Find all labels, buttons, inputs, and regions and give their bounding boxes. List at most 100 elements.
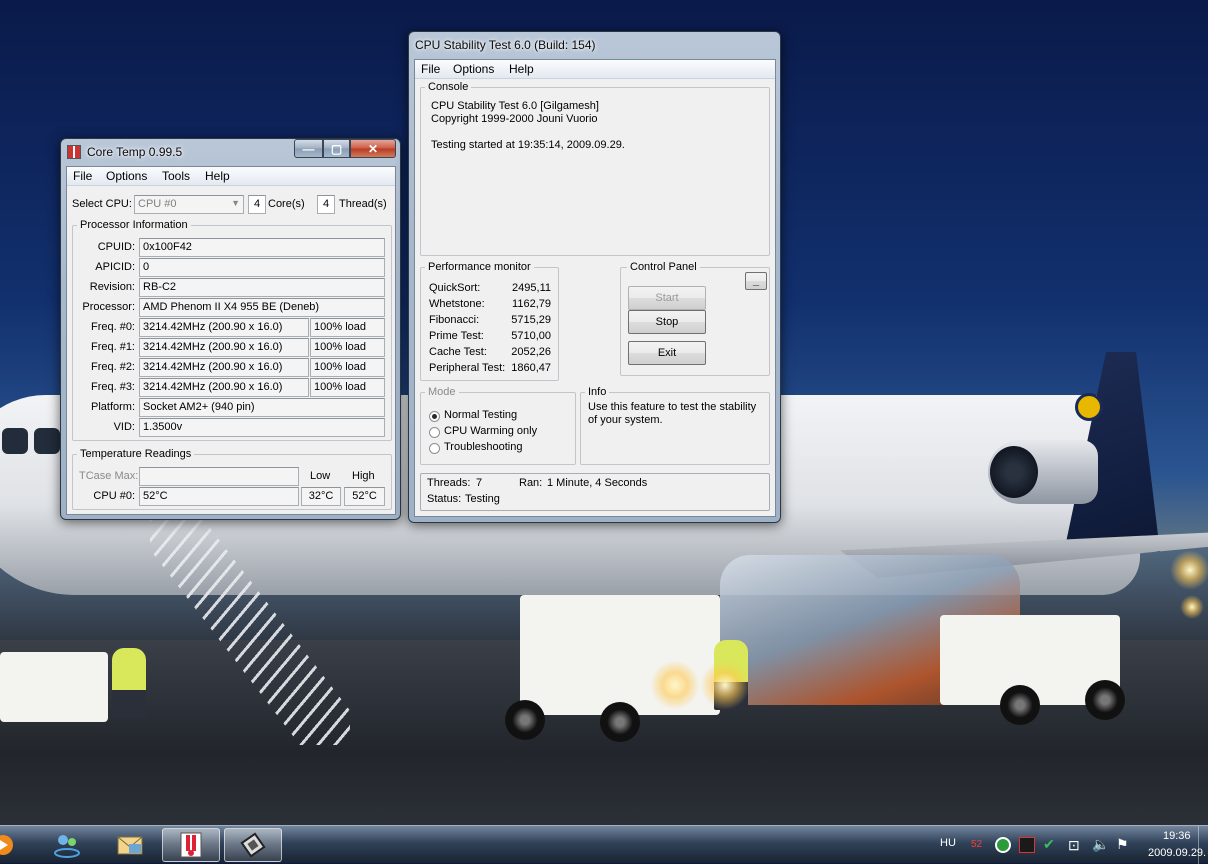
freq0-value: 3214.42MHz (200.90 x 16.0) xyxy=(139,318,309,337)
status-value: Testing xyxy=(465,493,500,505)
troubleshooting-radio[interactable] xyxy=(429,443,440,454)
cpuid-label: CPUID: xyxy=(97,241,135,253)
exit-button[interactable]: Exit xyxy=(628,341,706,365)
vid-value: 1.3500v xyxy=(139,418,385,437)
vehicle-light xyxy=(650,660,700,710)
menu-help[interactable]: Help xyxy=(509,62,534,76)
security-check-icon[interactable]: ✔ xyxy=(1043,836,1055,853)
start-button[interactable]: Start xyxy=(628,286,706,310)
menu-file[interactable]: File xyxy=(421,62,440,76)
processor-info-title: Processor Information xyxy=(77,219,191,231)
core-temp-taskbar-icon[interactable] xyxy=(162,828,220,862)
freq0-label: Freq. #0: xyxy=(90,321,135,333)
menu-options[interactable]: Options xyxy=(106,169,147,183)
threads-label: Threads: xyxy=(427,477,471,489)
cockpit-window xyxy=(2,428,28,454)
minimize-button[interactable]: — xyxy=(294,139,323,158)
menu-help[interactable]: Help xyxy=(205,169,230,183)
select-cpu-dropdown[interactable]: CPU #0 ▼ xyxy=(134,195,244,214)
volume-icon[interactable]: 🔈 xyxy=(1092,836,1109,853)
prime-test-label: Prime Test: xyxy=(429,330,484,342)
vehicle-light xyxy=(700,660,750,710)
menu-tools[interactable]: Tools xyxy=(162,169,190,183)
media-player-icon[interactable] xyxy=(0,828,18,862)
wheel xyxy=(1000,685,1040,725)
threads-value: 7 xyxy=(476,477,483,489)
maximize-button[interactable]: ▢ xyxy=(323,139,350,158)
core-temp-client: File Options Tools Help Select CPU: CPU … xyxy=(66,166,396,515)
revision-label: Revision: xyxy=(89,281,135,293)
freq2-load: 100% load xyxy=(310,358,385,377)
menu-options[interactable]: Options xyxy=(453,62,494,76)
chevron-down-icon: ▼ xyxy=(231,198,240,208)
cpu-warming-radio[interactable] xyxy=(429,427,440,438)
troubleshooting-label[interactable]: Troubleshooting xyxy=(444,441,522,453)
wheel xyxy=(1085,680,1125,720)
window-title: CPU Stability Test 6.0 (Build: 154) xyxy=(415,38,596,52)
status-label: Status: xyxy=(427,493,462,505)
console-title: Console xyxy=(425,81,472,93)
processor-value: AMD Phenom II X4 955 BE (Deneb) xyxy=(139,298,385,317)
sync-icon[interactable] xyxy=(995,837,1011,853)
cache-test-label: Cache Test: xyxy=(429,346,487,358)
clock-time[interactable]: 19:36 xyxy=(1163,830,1191,842)
quicksort-value: 2495,11 xyxy=(512,282,551,294)
normal-testing-radio[interactable] xyxy=(429,411,440,422)
menu-bar: File Options Help xyxy=(415,60,775,79)
close-button[interactable]: ✕ xyxy=(350,139,396,158)
collapse-panel-button[interactable]: _ xyxy=(745,272,767,290)
console-line: Copyright 1999-2000 Jouni Vuorio xyxy=(431,113,598,125)
cpu0-temp-label: CPU #0: xyxy=(93,490,135,502)
ran-label: Ran: xyxy=(519,477,543,489)
monitor-alert-icon[interactable] xyxy=(1019,837,1035,853)
performance-monitor-title: Performance monitor xyxy=(425,261,534,273)
freq2-label: Freq. #2: xyxy=(90,361,135,373)
whetstone-value: 1162,79 xyxy=(512,298,551,310)
menu-file[interactable]: File xyxy=(73,169,92,183)
action-center-flag-icon[interactable]: ⚑ xyxy=(1116,836,1129,853)
wheel xyxy=(600,702,640,742)
temp-badge[interactable]: 52 xyxy=(971,839,982,850)
cpu-warming-label[interactable]: CPU Warming only xyxy=(444,425,537,437)
apron-light xyxy=(1170,550,1208,590)
stop-button[interactable]: Stop xyxy=(628,310,706,334)
freq1-value: 3214.42MHz (200.90 x 16.0) xyxy=(139,338,309,357)
cpu-stability-taskbar-icon[interactable] xyxy=(224,828,282,862)
core-temp-titlebar[interactable]: Core Temp 0.99.5 — ▢ ✕ xyxy=(61,139,400,165)
platform-label: Platform: xyxy=(90,401,135,413)
cpu-stability-window: CPU Stability Test 6.0 (Build: 154) File… xyxy=(408,31,781,523)
apicid-value: 0 xyxy=(139,258,385,277)
cpu-stability-client: File Options Help Console CPU Stability … xyxy=(414,59,776,517)
wheel xyxy=(505,700,545,740)
temperature-title: Temperature Readings xyxy=(77,448,195,460)
network-icon[interactable]: ⊡ xyxy=(1068,837,1080,854)
core-temp-window: Core Temp 0.99.5 — ▢ ✕ File Options Tool… xyxy=(60,138,401,520)
freq1-load: 100% load xyxy=(310,338,385,357)
peripheral-test-value: 1860,47 xyxy=(511,362,551,374)
engine-intake xyxy=(990,446,1038,498)
apicid-label: APICID: xyxy=(95,261,135,273)
control-panel-title: Control Panel xyxy=(627,261,700,273)
minimize-icon: — xyxy=(302,141,315,156)
close-icon: ✕ xyxy=(367,141,379,156)
console-line: Testing started at 19:35:14, 2009.09.29. xyxy=(431,139,625,151)
freq1-label: Freq. #1: xyxy=(90,341,135,353)
cores-count: 4 xyxy=(248,195,266,214)
processor-label: Processor: xyxy=(82,301,135,313)
normal-testing-label[interactable]: Normal Testing xyxy=(444,409,517,421)
cpu-stability-titlebar[interactable]: CPU Stability Test 6.0 (Build: 154) xyxy=(409,32,780,58)
console-line: CPU Stability Test 6.0 [Gilgamesh] xyxy=(431,100,599,112)
select-cpu-label: Select CPU: xyxy=(72,198,132,210)
prime-test-value: 5710,00 xyxy=(511,330,551,342)
email-icon[interactable] xyxy=(101,828,159,862)
cpuid-value: 0x100F42 xyxy=(139,238,385,257)
threads-label: Thread(s) xyxy=(339,198,387,210)
show-desktop-button[interactable] xyxy=(1198,826,1208,864)
freq3-load: 100% load xyxy=(310,378,385,397)
tcase-value xyxy=(139,467,299,486)
language-indicator[interactable]: HU xyxy=(940,837,956,849)
network-people-icon[interactable] xyxy=(38,828,96,862)
select-cpu-value: CPU #0 xyxy=(138,198,177,210)
window-title: Core Temp 0.99.5 xyxy=(87,145,183,159)
threads-count: 4 xyxy=(317,195,335,214)
